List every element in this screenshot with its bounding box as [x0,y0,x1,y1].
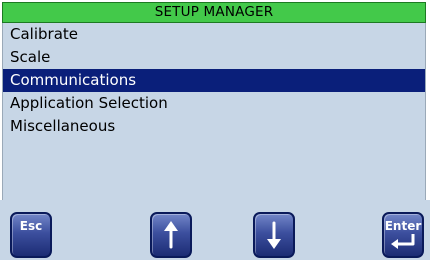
arrow-down-icon [267,221,281,249]
enter-button[interactable]: Enter [382,212,424,258]
soft-key-bar: Esc Enter [0,200,430,260]
menu-item-miscellaneous[interactable]: Miscellaneous [3,115,425,138]
arrow-up-icon [164,221,178,249]
setup-manager-screen: SETUP MANAGER Calibrate Scale Communicat… [0,0,430,260]
down-button[interactable] [253,212,295,258]
setup-menu: Calibrate Scale Communications Applicati… [2,23,426,200]
menu-item-application-selection[interactable]: Application Selection [3,92,425,115]
esc-button[interactable]: Esc [10,212,52,258]
up-button[interactable] [150,212,192,258]
esc-button-label: Esc [19,219,43,233]
menu-item-scale[interactable]: Scale [3,46,425,69]
page-title: SETUP MANAGER [2,2,426,23]
menu-item-communications[interactable]: Communications [3,69,425,92]
return-arrow-icon [391,234,415,249]
menu-item-calibrate[interactable]: Calibrate [3,23,425,46]
